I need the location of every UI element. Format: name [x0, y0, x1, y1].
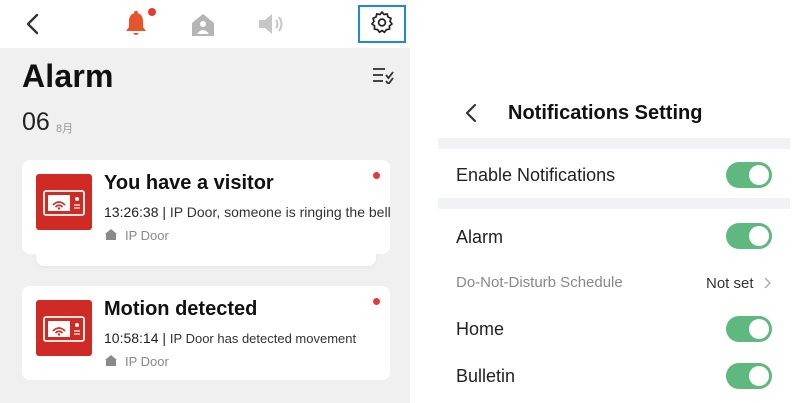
dnd-schedule-value[interactable]: Not set — [706, 275, 754, 292]
gear-icon — [370, 10, 394, 39]
back-arrow-icon[interactable] — [24, 12, 42, 36]
top-tab-bar — [0, 0, 410, 48]
section-divider — [438, 198, 790, 209]
home-icon[interactable] — [190, 12, 216, 38]
unread-dot — [373, 172, 380, 179]
dnd-schedule-label[interactable]: Do-Not-Disturb Schedule — [456, 274, 623, 291]
filter-list-icon[interactable] — [372, 66, 394, 86]
event-location: IP Door — [125, 228, 169, 243]
home-label: Home — [456, 319, 505, 339]
event-time: 13:26:38 — [104, 204, 159, 220]
alarm-event-card[interactable]: You have a visitor 13:26:38 | IP Door, s… — [22, 160, 391, 254]
home-small-icon — [104, 354, 118, 367]
door-camera-thumbnail-icon — [36, 300, 92, 356]
enable-notifications-label: Enable Notifications — [456, 165, 616, 185]
event-message: IP Door has detected movement — [169, 331, 357, 346]
event-detail: 10:58:14 | IP Door has detected movement — [104, 330, 357, 346]
event-message: IP Door, someone is ringing the bell — [169, 204, 391, 220]
back-arrow-icon[interactable] — [464, 102, 478, 124]
toggle-knob — [749, 226, 769, 246]
notification-badge — [148, 8, 156, 16]
enable-notifications-toggle[interactable] — [726, 162, 772, 188]
door-camera-thumbnail-icon — [36, 174, 92, 230]
bulletin-toggle[interactable] — [726, 363, 772, 389]
bulletin-label: Bulletin — [456, 366, 516, 386]
notifications-setting-screen: Notifications Setting Enable Notificatio… — [438, 0, 790, 403]
toggle-knob — [749, 165, 769, 185]
event-time: 10:58:14 — [104, 330, 159, 346]
event-title: You have a visitor — [104, 172, 274, 194]
bell-icon[interactable] — [123, 10, 149, 38]
alarm-toggle[interactable] — [726, 223, 772, 249]
alarm-screen: Alarm 06 8月 You have a visitor 13:26:38 … — [0, 0, 410, 403]
page-title: Alarm — [22, 58, 114, 94]
event-location: IP Door — [125, 354, 169, 369]
toggle-knob — [749, 366, 769, 386]
home-small-icon — [104, 228, 118, 241]
date-month: 8月 — [56, 123, 74, 135]
toggle-knob — [749, 319, 769, 339]
home-toggle[interactable] — [726, 316, 772, 342]
speaker-icon[interactable] — [257, 12, 285, 36]
alarm-label: Alarm — [456, 227, 504, 247]
settings-title: Notifications Setting — [508, 102, 703, 124]
chevron-right-icon[interactable] — [762, 276, 772, 290]
event-detail: 13:26:38 | IP Door, someone is ringing t… — [104, 204, 391, 220]
unread-dot — [373, 298, 380, 305]
event-title: Motion detected — [104, 298, 258, 320]
date-day: 06 — [22, 108, 50, 136]
section-divider — [438, 138, 790, 149]
settings-gear-button[interactable] — [358, 5, 406, 43]
alarm-event-card[interactable]: Motion detected 10:58:14 | IP Door has d… — [22, 286, 390, 380]
